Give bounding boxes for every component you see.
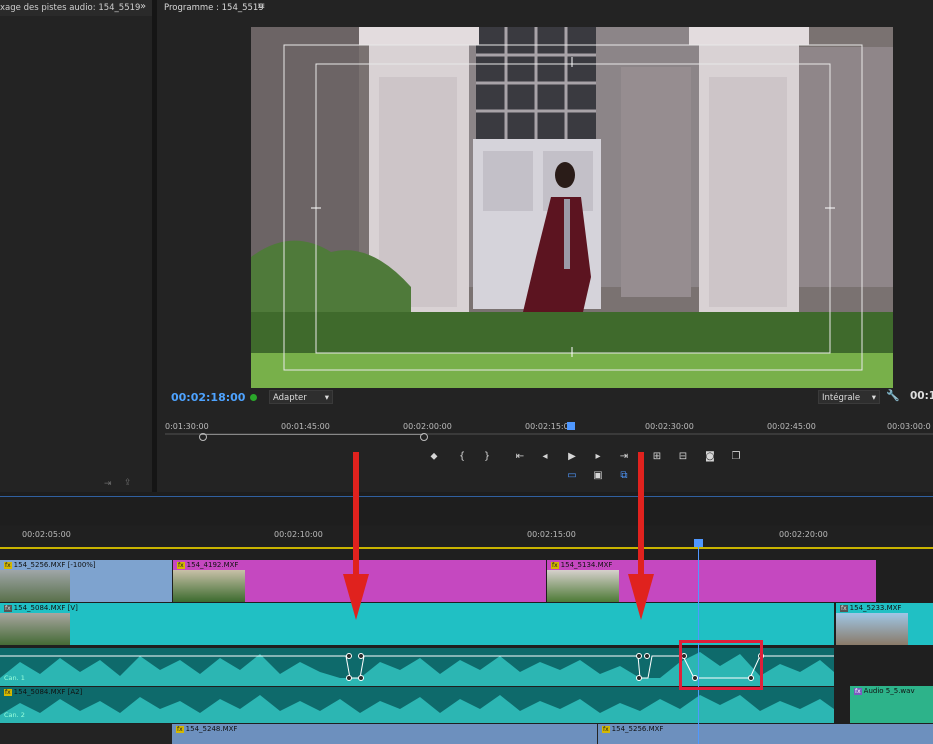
mixer-export-icon[interactable]: ⇥ bbox=[104, 479, 112, 489]
program-playhead[interactable] bbox=[567, 422, 575, 430]
ruler-tick: 00:02:30:00 bbox=[645, 422, 694, 431]
playhead-timecode[interactable]: 00:02:18:00 bbox=[171, 391, 245, 404]
audio-clip-a3-2[interactable]: fx 154_5256.MXF bbox=[598, 724, 933, 744]
clip-label: fx 154_5084.MXF [V] bbox=[4, 604, 78, 612]
clip-label: fx 154_4192.MXF bbox=[177, 561, 239, 569]
annotation-arrow-head bbox=[628, 574, 654, 620]
work-area-bar[interactable] bbox=[0, 547, 933, 549]
zoom-select[interactable]: Adapter ▾ bbox=[269, 390, 333, 404]
channel-label: Can. 1 bbox=[4, 674, 25, 682]
timeline-toolbar bbox=[0, 496, 933, 525]
ruler-tick: 00:02:45:00 bbox=[767, 422, 816, 431]
add-marker-icon[interactable]: ⬥ bbox=[427, 451, 441, 462]
zoom-value: Adapter bbox=[273, 393, 307, 403]
safe-margins-icon[interactable]: ▭ bbox=[565, 470, 579, 481]
ruler-tick: 00:03:00:0 bbox=[887, 422, 931, 431]
vr-video-icon[interactable]: ▣ bbox=[591, 470, 605, 481]
mixer-title[interactable]: xage des pistes audio: 154_5519 bbox=[0, 3, 140, 13]
video-frame bbox=[251, 27, 893, 388]
annotation-arrow-shaft bbox=[353, 452, 359, 576]
clip-label: fx 154_5084.MXF [A2] bbox=[4, 688, 83, 696]
clip-thumbnail bbox=[547, 570, 619, 602]
go-to-in-icon[interactable]: ⇤ bbox=[513, 451, 527, 462]
ruler-tick: 00:02:05:00 bbox=[22, 530, 71, 539]
ruler-tick: 00:01:45:00 bbox=[281, 422, 330, 431]
keyframe[interactable] bbox=[636, 675, 642, 681]
keyframe[interactable] bbox=[346, 653, 352, 659]
audio-clip-a2[interactable]: fx 154_5084.MXF [A2] Can. 2 bbox=[0, 687, 834, 723]
annotation-arrow-shaft bbox=[638, 452, 644, 576]
clip-label: fx 154_5256.MXF bbox=[602, 725, 664, 733]
settings-wrench-icon[interactable]: 🔧 bbox=[886, 389, 900, 402]
annotation-arrow-head bbox=[343, 574, 369, 620]
duration-readout: 00:1 bbox=[910, 390, 933, 402]
mark-in-icon[interactable]: { bbox=[455, 451, 469, 462]
clip-v2-1[interactable]: fx 154_5256.MXF [-100%] bbox=[0, 560, 172, 602]
multicam-icon[interactable]: ⧉ bbox=[617, 470, 631, 481]
compare-view-icon[interactable]: ❐ bbox=[729, 451, 743, 462]
keyframe[interactable] bbox=[346, 675, 352, 681]
program-title[interactable]: Programme : 154_5519 bbox=[164, 3, 264, 13]
video-scene bbox=[251, 27, 893, 388]
ruler-tick: 00:02:10:00 bbox=[274, 530, 323, 539]
clip-label: fx 154_5248.MXF bbox=[176, 725, 238, 733]
mixer-share-icon[interactable]: ⇪ bbox=[124, 478, 132, 488]
ruler-tick: 00:02:20:00 bbox=[779, 530, 828, 539]
clip-label: fx 154_5233.MXF bbox=[840, 604, 902, 612]
keyframe[interactable] bbox=[358, 653, 364, 659]
lift-icon[interactable]: ⊞ bbox=[650, 451, 664, 462]
audio-clip-audio5[interactable]: fx Audio 5_5.wav bbox=[850, 686, 933, 723]
clip-label: fx 154_5134.MXF bbox=[551, 561, 613, 569]
in-point-handle[interactable] bbox=[199, 433, 207, 441]
ruler-tick: 0:01:30:00 bbox=[165, 422, 209, 431]
step-forward-icon[interactable]: ▸ bbox=[591, 451, 605, 462]
clip-label: fx Audio 5_5.wav bbox=[854, 687, 915, 695]
out-point-handle[interactable] bbox=[420, 433, 428, 441]
mark-out-icon[interactable]: } bbox=[480, 451, 494, 462]
status-indicator bbox=[250, 394, 257, 401]
quality-select[interactable]: Intégrale ▾ bbox=[818, 390, 880, 404]
timeline-playhead-handle[interactable] bbox=[694, 539, 703, 547]
extract-icon[interactable]: ⊟ bbox=[676, 451, 690, 462]
play-icon[interactable]: ▶ bbox=[565, 451, 579, 462]
go-to-out-icon[interactable]: ⇥ bbox=[617, 451, 631, 462]
step-back-icon[interactable]: ◂ bbox=[538, 451, 552, 462]
export-frame-icon[interactable]: ◙ bbox=[703, 451, 717, 462]
ruler-tick: 00:02:00:00 bbox=[403, 422, 452, 431]
panel-menu-icon[interactable]: ≡ bbox=[257, 1, 265, 12]
clip-v1-1[interactable]: fx 154_5084.MXF [V] bbox=[0, 603, 834, 645]
clip-thumbnail bbox=[0, 613, 70, 645]
keyframe[interactable] bbox=[636, 653, 642, 659]
chevron-down-icon: ▾ bbox=[871, 393, 876, 403]
clip-v2-3[interactable]: fx 154_5134.MXF bbox=[547, 560, 876, 602]
chevron-down-icon: ▾ bbox=[324, 393, 329, 403]
panel-expand-icon[interactable]: » bbox=[140, 1, 146, 12]
quality-value: Intégrale bbox=[822, 393, 861, 403]
in-out-range bbox=[201, 434, 423, 435]
clip-thumbnail bbox=[836, 613, 908, 645]
clip-thumbnail bbox=[173, 570, 245, 602]
keyframe[interactable] bbox=[644, 653, 650, 659]
program-time-ruler[interactable]: 0:01:30:00 00:01:45:00 00:02:00:00 00:02… bbox=[165, 418, 933, 442]
clip-thumbnail bbox=[0, 570, 70, 602]
timeline-ruler[interactable]: 00:02:05:00 00:02:10:00 00:02:15:00 00:0… bbox=[0, 526, 933, 548]
ruler-tick: 00:02:15:00 bbox=[527, 530, 576, 539]
annotation-highlight-box bbox=[679, 640, 763, 690]
audio-clip-a3-1[interactable]: fx 154_5248.MXF bbox=[172, 724, 597, 744]
clip-label: fx 154_5256.MXF [-100%] bbox=[4, 561, 96, 569]
audio-mixer-panel bbox=[0, 0, 152, 492]
channel-label: Can. 2 bbox=[4, 711, 25, 719]
clip-v1-2[interactable]: fx 154_5233.MXF bbox=[836, 603, 933, 645]
waveform bbox=[0, 695, 834, 723]
keyframe[interactable] bbox=[358, 675, 364, 681]
